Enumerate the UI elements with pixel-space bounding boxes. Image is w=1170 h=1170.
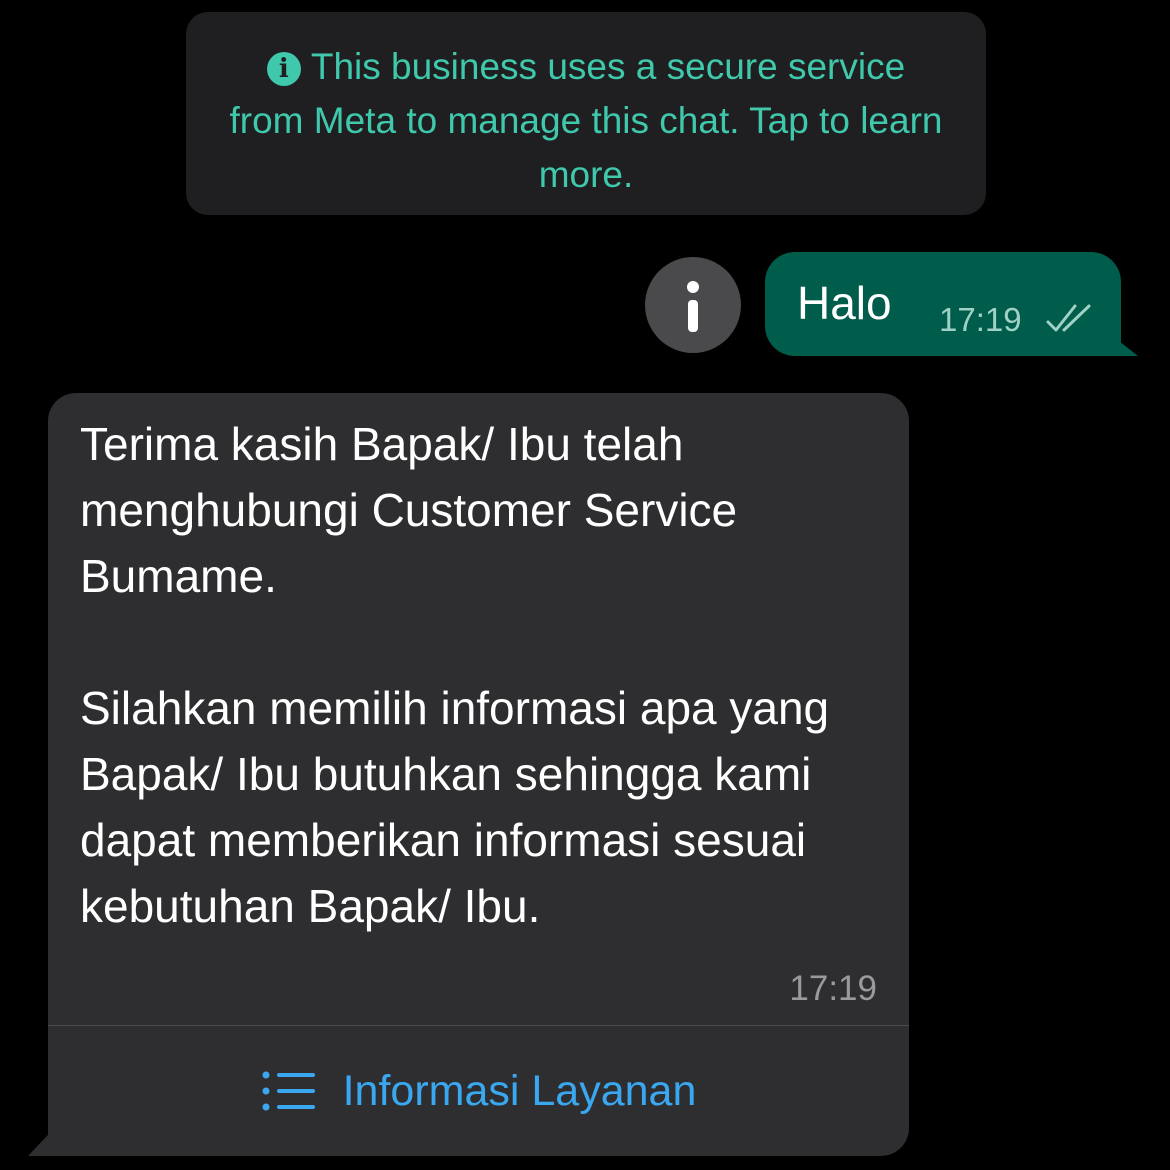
outgoing-message-text: Halo [797,277,892,329]
outgoing-message[interactable]: Halo 17:19 [765,252,1121,356]
info-icon-dot [687,281,699,293]
double-check-icon [1046,304,1091,332]
info-icon: i [266,52,301,86]
business-secure-notice[interactable]: i This business uses a secure service fro… [186,12,986,215]
incoming-message-paragraph: Terima kasih Bapak/ Ibu telah menghubung… [80,418,738,602]
outgoing-message-time: 17:19 [939,301,1022,338]
list-icon [262,1071,315,1111]
incoming-message[interactable]: Terima kasih Bapak/ Ibu telah menghubung… [48,393,909,1156]
notice-text: This business uses a secure service from… [229,46,943,195]
incoming-message-body: Terima kasih Bapak/ Ibu telah menghubung… [80,411,880,939]
incoming-message-paragraph: Silahkan memilih informasi apa yang Bapa… [80,682,830,932]
informasi-layanan-button[interactable]: Informasi Layanan [48,1026,909,1156]
incoming-message-time: 17:19 [789,969,877,1008]
chat-screen: i This business uses a secure service fro… [0,0,1170,1170]
informasi-layanan-label: Informasi Layanan [342,1066,697,1115]
info-icon-stem [688,300,698,332]
message-info-button[interactable] [645,257,741,353]
